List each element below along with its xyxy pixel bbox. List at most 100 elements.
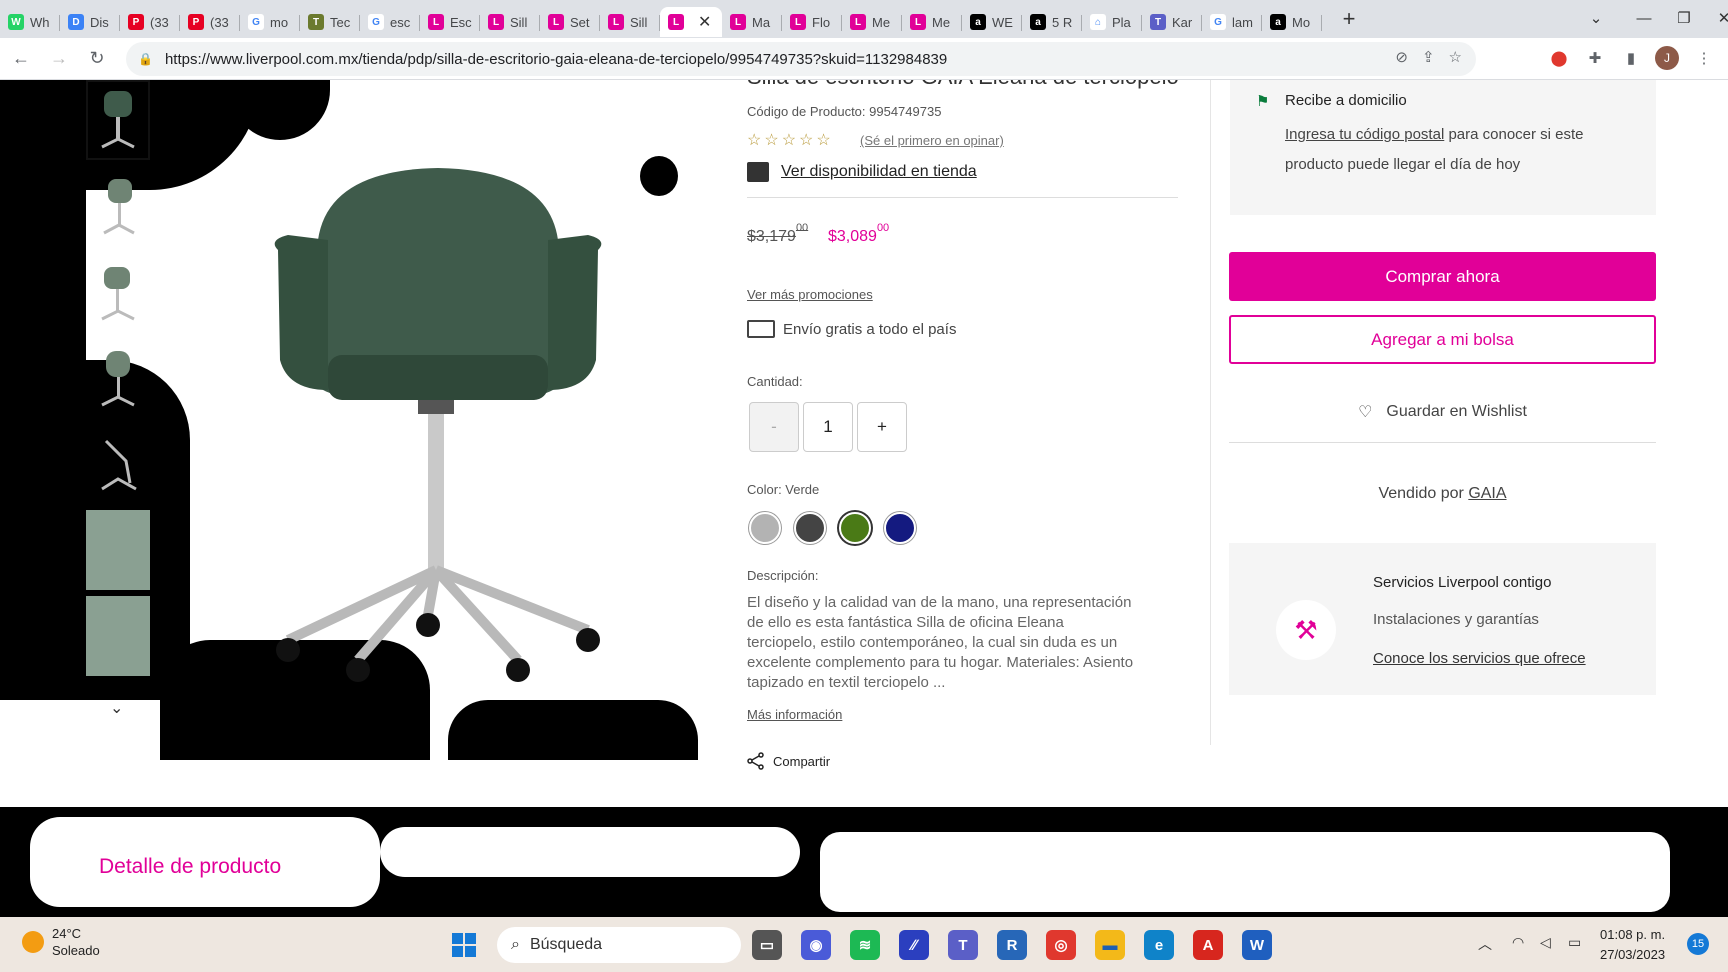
tab-title: WE bbox=[992, 14, 1013, 30]
color-swatch[interactable] bbox=[839, 512, 871, 544]
thumbnail-1[interactable] bbox=[86, 80, 150, 160]
zoom-icon[interactable]: ◉ bbox=[801, 930, 831, 960]
browser-tab[interactable]: P (33 bbox=[120, 7, 180, 37]
windows-start-icon[interactable] bbox=[452, 933, 476, 957]
browser-tab[interactable]: L Flo bbox=[782, 7, 842, 37]
new-tab-button[interactable]: + bbox=[1334, 4, 1364, 34]
thumbnail-6[interactable] bbox=[86, 510, 150, 590]
profile-avatar[interactable]: J bbox=[1655, 46, 1679, 70]
tab-favicon-icon: a bbox=[970, 14, 986, 30]
browser-tab[interactable]: a WE bbox=[962, 7, 1022, 37]
tab-title: Flo bbox=[812, 14, 831, 30]
clock[interactable]: 01:08 p. m. 27/03/2023 bbox=[1600, 925, 1665, 965]
tab-favicon-icon: a bbox=[1030, 14, 1046, 30]
share-button[interactable]: Compartir bbox=[747, 752, 830, 770]
chrome-icon[interactable]: ◎ bbox=[1046, 930, 1076, 960]
tab-favicon-icon: L bbox=[850, 14, 866, 30]
promotions-link[interactable]: Ver más promociones bbox=[747, 287, 873, 302]
translate-icon[interactable]: ⊘ bbox=[1395, 48, 1408, 66]
share-page-icon[interactable]: ⇪ bbox=[1422, 48, 1435, 66]
word-icon[interactable]: W bbox=[1242, 930, 1272, 960]
browser-tab[interactable]: a Mo bbox=[1262, 7, 1322, 37]
volume-icon[interactable]: ◁ bbox=[1540, 934, 1551, 951]
browser-tab[interactable]: W Wh bbox=[0, 7, 60, 37]
product-image[interactable] bbox=[268, 160, 608, 760]
browser-tab[interactable]: a 5 R bbox=[1022, 7, 1082, 37]
browser-tab[interactable]: L Sill bbox=[600, 7, 660, 37]
tab-favicon-icon: L bbox=[730, 14, 746, 30]
bookmark-star-icon[interactable]: ☆ bbox=[1449, 48, 1462, 66]
weather-widget[interactable]: 24°C Soleado bbox=[22, 925, 100, 959]
acrobat-icon[interactable]: A bbox=[1193, 930, 1223, 960]
star-icon: ☆ bbox=[747, 132, 762, 149]
seller-link[interactable]: GAIA bbox=[1468, 485, 1506, 502]
thumbnail-7[interactable] bbox=[86, 596, 150, 676]
browser-tab[interactable]: T Tec bbox=[300, 7, 360, 37]
address-bar[interactable]: 🔒 https://www.liverpool.com.mx/tienda/pd… bbox=[126, 42, 1476, 76]
more-info-link[interactable]: Más información bbox=[747, 707, 842, 722]
services-link[interactable]: Conoce los servicios que ofrece bbox=[1373, 650, 1586, 667]
chevron-up-icon[interactable]: ︿ bbox=[1478, 934, 1492, 954]
add-to-bag-button[interactable]: Agregar a mi bolsa bbox=[1229, 315, 1656, 364]
store-availability-link[interactable]: Ver disponibilidad en tienda bbox=[747, 162, 977, 182]
chrome-menu-icon[interactable]: ⋮ bbox=[1692, 46, 1716, 70]
browser-tab[interactable]: L ✕ bbox=[660, 7, 722, 37]
forward-icon[interactable]: → bbox=[42, 42, 76, 76]
thumbnail-5[interactable] bbox=[86, 424, 150, 504]
side-panel-icon[interactable]: ▮ bbox=[1619, 46, 1643, 70]
postal-code-link[interactable]: Ingresa tu código postal bbox=[1285, 126, 1444, 143]
quantity-increase-button[interactable]: + bbox=[857, 402, 907, 452]
services-title: Servicios Liverpool contigo bbox=[1373, 574, 1552, 591]
reload-icon[interactable]: ↻ bbox=[80, 42, 114, 76]
folder-icon[interactable]: ▬ bbox=[1095, 930, 1125, 960]
browser-tab[interactable]: ⌂ Pla bbox=[1082, 7, 1142, 37]
thumbnail-4[interactable] bbox=[86, 338, 150, 418]
notification-badge[interactable]: 15 bbox=[1687, 933, 1709, 955]
app-icon[interactable]: ∕∕ bbox=[899, 930, 929, 960]
extensions-puzzle-icon[interactable]: ✚ bbox=[1583, 46, 1607, 70]
product-detail-heading[interactable]: Detalle de producto bbox=[99, 855, 281, 879]
teams-icon[interactable]: T bbox=[948, 930, 978, 960]
tab-title: Sill bbox=[630, 14, 648, 30]
browser-tab[interactable]: L Esc bbox=[420, 7, 480, 37]
color-swatch[interactable] bbox=[794, 512, 826, 544]
color-label: Color: Verde bbox=[747, 482, 820, 497]
files-icon[interactable]: ▭ bbox=[752, 930, 782, 960]
wishlist-button[interactable]: ♡ Guardar en Wishlist bbox=[1229, 402, 1656, 422]
quantity-decrease-button[interactable]: - bbox=[749, 402, 799, 452]
browser-tab[interactable]: Glam bbox=[1202, 7, 1262, 37]
browser-tab[interactable]: Gesc bbox=[360, 7, 420, 37]
browser-tab[interactable]: Gmo bbox=[240, 7, 300, 37]
browser-tab[interactable]: L Me bbox=[902, 7, 962, 37]
taskbar-search[interactable]: ⌕ Búsqueda bbox=[497, 927, 741, 963]
close-window-button[interactable]: ✕ bbox=[1700, 0, 1728, 36]
browser-tab[interactable]: L Me bbox=[842, 7, 902, 37]
browser-tab[interactable]: L Sill bbox=[480, 7, 540, 37]
tab-title: Me bbox=[932, 14, 951, 30]
opera-extension-icon[interactable]: ⬤ bbox=[1547, 46, 1571, 70]
review-link[interactable]: (Sé el primero en opinar) bbox=[860, 133, 1004, 148]
tab-title: Me bbox=[872, 14, 891, 30]
thumbnail-3[interactable] bbox=[86, 252, 150, 332]
wifi-icon[interactable]: ◠ bbox=[1512, 934, 1524, 951]
browser-tab[interactable]: T Kar bbox=[1142, 7, 1202, 37]
chevron-down-icon[interactable]: ⌄ bbox=[110, 698, 123, 718]
description-text: El diseño y la calidad van de la mano, u… bbox=[747, 594, 1134, 691]
close-tab-icon[interactable]: ✕ bbox=[698, 12, 711, 32]
tab-search-icon[interactable]: ⌄ bbox=[1572, 0, 1620, 36]
color-swatch[interactable] bbox=[749, 512, 781, 544]
buy-now-button[interactable]: Comprar ahora bbox=[1229, 252, 1656, 301]
browser-tab[interactable]: L Set bbox=[540, 7, 600, 37]
browser-tab[interactable]: L Ma bbox=[722, 7, 782, 37]
star-icon: ☆ bbox=[816, 132, 831, 149]
battery-icon[interactable]: ▭ bbox=[1568, 934, 1581, 951]
quantity-input[interactable]: 1 bbox=[803, 402, 853, 452]
edge-icon[interactable]: e bbox=[1144, 930, 1174, 960]
thumbnail-2[interactable] bbox=[86, 166, 150, 246]
back-icon[interactable]: ← bbox=[4, 42, 38, 76]
browser-tab[interactable]: D Dis bbox=[60, 7, 120, 37]
browser-tab[interactable]: P (33 bbox=[180, 7, 240, 37]
spotify-icon[interactable]: ≋ bbox=[850, 930, 880, 960]
color-swatch[interactable] bbox=[884, 512, 916, 544]
r-icon[interactable]: R bbox=[997, 930, 1027, 960]
